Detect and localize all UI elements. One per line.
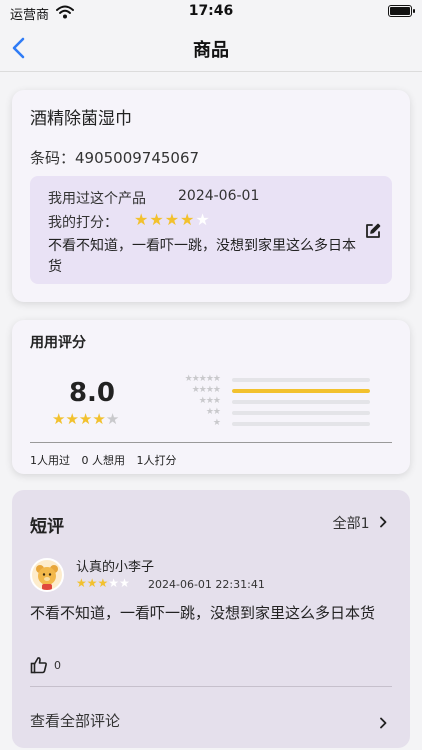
distribution-bar [232, 422, 370, 426]
distribution-bar [232, 378, 370, 382]
divider [30, 686, 392, 687]
star-icon: ★ [92, 410, 106, 428]
reviewer-avatar[interactable] [30, 558, 64, 592]
chevron-right-icon[interactable] [378, 714, 388, 733]
my-review-box: 我用过这个产品 2024-06-01 我的打分： ★★★★★ 不看不知道，一看吓… [30, 176, 392, 284]
star-empty-icon: ★ [105, 410, 120, 428]
rated-count: 1人打分 [136, 454, 177, 467]
review-time: 2024-06-01 22:31:41 [148, 578, 265, 591]
used-label: 我用过这个产品 [48, 191, 146, 207]
all-reviews-label: 全部1 [332, 516, 370, 532]
star-icon: ★ [78, 410, 93, 428]
used-date: 2024-06-01 [178, 188, 260, 204]
star-empty-icon: ★ [108, 576, 120, 590]
distribution-label-2: ★★ [205, 407, 221, 417]
page-title: 商品 [193, 40, 229, 61]
star-icon: ★ [52, 410, 66, 428]
rating-stats: 1人用过 0 人想用 1人打分 [30, 452, 185, 468]
average-rating-stars: ★★★★★ [52, 410, 119, 428]
all-reviews-link[interactable]: 全部1 [333, 513, 388, 533]
rating-distribution [232, 378, 370, 433]
distribution-bar [232, 411, 370, 415]
want-count: 0 人想用 [81, 454, 126, 467]
distribution-bar [232, 389, 370, 393]
view-all-reviews-button[interactable]: 查看全部评论 [30, 710, 120, 731]
divider [30, 442, 392, 443]
like-button[interactable] [30, 656, 48, 674]
star-icon: ★ [65, 410, 79, 428]
star-icon: ★ [134, 210, 150, 229]
nav-bar: 商品 [0, 24, 422, 72]
star-icon: ★ [76, 576, 87, 590]
like-count: 0 [54, 659, 61, 672]
star-icon: ★ [180, 210, 196, 229]
rating-title: 用用评分 [30, 335, 86, 351]
thumbs-up-icon [30, 657, 47, 674]
used-count: 1人用过 [30, 454, 70, 467]
distribution-star-labels: ★★★★★ ★★★★ ★★★ ★★ ★ [164, 374, 221, 429]
clock: 17:46 [188, 3, 234, 19]
distribution-label-4: ★★★★ [191, 385, 221, 395]
status-bar: 运营商 17:46 [0, 0, 422, 24]
my-score-label: 我的打分： [48, 215, 118, 231]
distribution-bar-fill [232, 389, 370, 393]
distribution-bar [232, 400, 370, 404]
edit-review-button[interactable] [364, 222, 382, 240]
product-name: 酒精除菌湿巾 [30, 109, 132, 129]
rating-card: 用用评分 8.0 ★★★★★ ★★★★★ ★★★★ ★★★ ★★ ★ 1人用过 … [12, 320, 410, 474]
star-icon: ★ [164, 210, 181, 229]
short-reviews-title: 短评 [30, 517, 64, 537]
distribution-label-3: ★★★ [198, 396, 221, 406]
short-reviews-card: 短评 全部1 认真的小李子 ★★★★★ 2024-06-01 22:31:41 … [12, 490, 410, 748]
distribution-label-1: ★ [212, 418, 221, 428]
chevron-right-icon [380, 516, 387, 528]
star-empty-icon: ★ [119, 576, 130, 590]
edit-icon [366, 223, 381, 238]
bear-avatar-icon [36, 565, 58, 590]
star-icon: ★ [149, 210, 165, 229]
average-score: 8.0 [68, 378, 116, 408]
distribution-label-5: ★★★★★ [184, 374, 221, 384]
star-icon: ★ [86, 576, 98, 590]
review-rating-stars: ★★★★★ [76, 576, 130, 590]
star-empty-icon: ★ [195, 210, 211, 229]
star-icon: ★ [97, 576, 109, 590]
my-review-text: 不看不知道，一看吓一跳，没想到家里这么多日本货 [48, 238, 356, 275]
reviewer-name: 认真的小李子 [76, 560, 155, 575]
product-card: 酒精除菌湿巾 条码：4905009745067 我用过这个产品 2024-06-… [12, 90, 410, 302]
my-rating-stars: ★★★★★ [134, 210, 211, 229]
battery-icon [388, 5, 415, 17]
barcode-label: 条码：4905009745067 [30, 149, 200, 167]
review-text: 不看不知道，一看吓一跳，没想到家里这么多日本货 [30, 604, 376, 622]
